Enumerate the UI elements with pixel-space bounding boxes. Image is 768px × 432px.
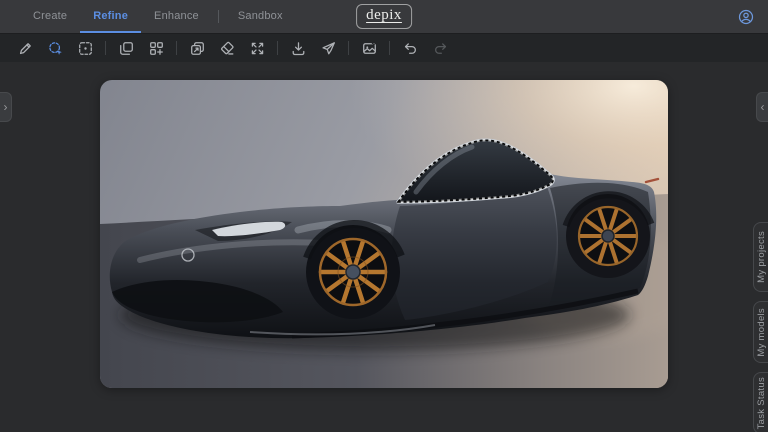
logo-text: depix: [366, 7, 402, 23]
send-icon: [320, 40, 337, 57]
components-icon: [148, 40, 165, 57]
download-icon: [290, 40, 307, 57]
right-panel-toggle[interactable]: ‹: [756, 92, 768, 122]
components-button[interactable]: [141, 36, 171, 60]
tab-my-models[interactable]: My models: [753, 301, 768, 363]
canvas-image[interactable]: [100, 80, 668, 388]
swap-image-button[interactable]: [182, 36, 212, 60]
pen-icon: [17, 40, 34, 57]
generate-image-icon: [361, 40, 378, 57]
toolbar-divider: [348, 41, 349, 55]
duplicate-button[interactable]: [111, 36, 141, 60]
right-side-tabs: My projects My models Task Status: [753, 222, 768, 432]
pen-tool-button[interactable]: [10, 36, 40, 60]
user-avatar-button[interactable]: [737, 8, 755, 26]
marquee-select-icon: [77, 40, 94, 57]
undo-button[interactable]: [395, 36, 425, 60]
tab-my-projects-label: My projects: [756, 231, 767, 283]
tab-my-models-label: My models: [756, 308, 767, 357]
tab-refine[interactable]: Refine: [80, 0, 141, 33]
smart-select-tool-button[interactable]: [40, 36, 70, 60]
swap-image-icon: [189, 40, 206, 57]
eraser-button[interactable]: [212, 36, 242, 60]
duplicate-icon: [118, 40, 135, 57]
expand-icon: [249, 40, 266, 57]
toolbar-divider: [176, 41, 177, 55]
tab-enhance[interactable]: Enhance: [141, 0, 212, 33]
redo-button[interactable]: [425, 36, 455, 60]
send-button[interactable]: [313, 36, 343, 60]
depix-logo: depix: [356, 4, 412, 29]
expand-button[interactable]: [242, 36, 272, 60]
chevron-right-icon: ›: [4, 101, 8, 113]
top-nav: Create Refine Enhance Sandbox depix: [0, 0, 768, 34]
download-button[interactable]: [283, 36, 313, 60]
marquee-select-tool-button[interactable]: [70, 36, 100, 60]
eraser-icon: [219, 40, 236, 57]
redo-icon: [432, 40, 449, 57]
depix-app: Create Refine Enhance Sandbox depix: [0, 0, 768, 432]
generate-image-button[interactable]: [354, 36, 384, 60]
toolbar-divider: [389, 41, 390, 55]
user-avatar-icon: [737, 8, 755, 26]
left-panel-toggle[interactable]: ›: [0, 92, 12, 122]
car-scene: [100, 80, 668, 388]
tab-create[interactable]: Create: [20, 0, 80, 33]
workspace: › ‹: [0, 62, 768, 432]
undo-icon: [402, 40, 419, 57]
smart-select-icon: [47, 40, 64, 57]
tab-sandbox[interactable]: Sandbox: [225, 0, 296, 33]
nav-divider: [218, 10, 219, 23]
chevron-left-icon: ‹: [761, 101, 765, 113]
toolbar-divider: [277, 41, 278, 55]
tab-task-status-label: Task Status: [756, 377, 767, 429]
nav-tabs: Create Refine Enhance Sandbox: [0, 0, 296, 33]
tab-task-status[interactable]: Task Status: [753, 372, 768, 432]
toolbar-divider: [105, 41, 106, 55]
tab-my-projects[interactable]: My projects: [753, 222, 768, 292]
toolbar: [0, 34, 768, 62]
